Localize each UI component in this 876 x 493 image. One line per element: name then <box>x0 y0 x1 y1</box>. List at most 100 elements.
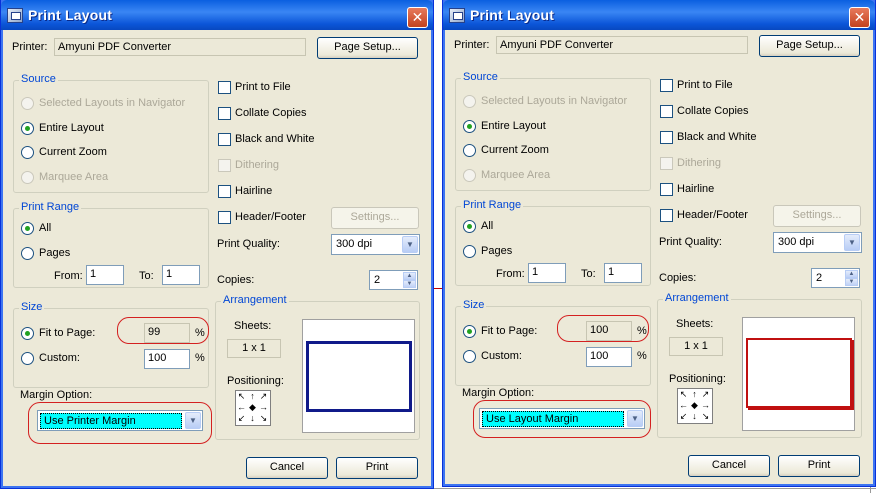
radio-range-all[interactable] <box>463 220 476 233</box>
arrow-nw-icon[interactable]: ↖ <box>678 389 689 400</box>
arrow-w-icon[interactable]: ← <box>678 400 689 411</box>
checkbox-collate-copies[interactable] <box>660 105 673 118</box>
print-quality-select[interactable]: 300 dpi ▼ <box>773 232 862 253</box>
checkbox-print-to-file[interactable] <box>660 79 673 92</box>
arrow-se-icon[interactable]: ↘ <box>258 413 269 424</box>
center-icon[interactable]: ◆ <box>247 402 258 413</box>
checkbox-hairline[interactable] <box>218 185 231 198</box>
to-page-input[interactable]: 1 <box>162 265 200 285</box>
arrow-s-icon[interactable]: ↓ <box>247 413 258 424</box>
checkbox-label: Black and White <box>235 133 315 145</box>
checkbox-label: Collate Copies <box>677 105 749 117</box>
highlight-annotation <box>557 315 649 342</box>
page-setup-button[interactable]: Page Setup... <box>759 35 860 57</box>
radio-entire-layout[interactable] <box>21 122 34 135</box>
checkbox-label: Hairline <box>235 185 273 197</box>
to-page-input[interactable]: 1 <box>604 263 642 283</box>
radio-label: Marquee Area <box>481 169 551 181</box>
checkbox-header-footer[interactable] <box>218 211 231 224</box>
printer-label: Printer: <box>12 41 48 53</box>
arrow-s-icon[interactable]: ↓ <box>689 411 700 422</box>
copies-spinner[interactable]: 2 ▲ ▼ <box>811 268 860 288</box>
sheets-value: 1 x 1 <box>669 337 723 356</box>
copies-spinner[interactable]: 2 ▲ ▼ <box>369 270 418 290</box>
radio-current-zoom[interactable] <box>463 144 476 157</box>
radio-range-pages[interactable] <box>463 245 476 258</box>
print-range-title: Print Range <box>19 201 82 213</box>
print-quality-value: 300 dpi <box>336 238 373 250</box>
arrow-w-icon[interactable]: ← <box>236 402 247 413</box>
arrow-n-icon[interactable]: ↑ <box>689 389 700 400</box>
radio-label: Current Zoom <box>481 144 549 156</box>
radio-entire-layout[interactable] <box>463 120 476 133</box>
copies-value: 2 <box>816 272 823 284</box>
print-button[interactable]: Print <box>778 455 860 477</box>
close-icon[interactable]: ✕ <box>407 7 428 28</box>
chevron-down-icon[interactable]: ▼ <box>402 236 418 253</box>
radio-fit-to-page[interactable] <box>463 325 476 338</box>
print-quality-select[interactable]: 300 dpi ▼ <box>331 234 420 255</box>
spin-arrows-icon[interactable]: ▲ ▼ <box>403 272 416 288</box>
cancel-button[interactable]: Cancel <box>688 455 770 477</box>
center-icon[interactable]: ◆ <box>689 400 700 411</box>
from-label: From: <box>54 270 83 282</box>
arrow-n-icon[interactable]: ↑ <box>247 391 258 402</box>
radio-custom[interactable] <box>463 350 476 363</box>
from-label: From: <box>496 268 525 280</box>
checkbox-label: Hairline <box>677 183 715 195</box>
radio-marquee-area <box>463 169 476 182</box>
sheets-value: 1 x 1 <box>227 339 281 358</box>
dialog-title: Print Layout <box>28 7 113 23</box>
arrangement-group: Arrangement Sheets: 1 x 1 Positioning: ↖… <box>657 292 862 438</box>
print-range-group: Print Range All Pages From: 1 To: 1 <box>13 201 209 288</box>
print-layout-app-icon <box>449 8 465 23</box>
arrow-sw-icon[interactable]: ↙ <box>236 413 247 424</box>
radio-current-zoom[interactable] <box>21 146 34 159</box>
from-page-input[interactable]: 1 <box>528 263 566 283</box>
page-setup-button[interactable]: Page Setup... <box>317 37 418 59</box>
arrangement-group: Arrangement Sheets: 1 x 1 Positioning: ↖… <box>215 294 420 440</box>
arrow-e-icon[interactable]: → <box>700 400 711 411</box>
checkbox-hairline[interactable] <box>660 183 673 196</box>
checkbox-label: Header/Footer <box>677 209 748 221</box>
radio-fit-to-page[interactable] <box>21 327 34 340</box>
chevron-down-icon[interactable]: ▼ <box>844 234 860 251</box>
size-group-title: Size <box>19 301 45 313</box>
arrow-ne-icon[interactable]: ↗ <box>700 389 711 400</box>
radio-range-all[interactable] <box>21 222 34 235</box>
positioning-grid[interactable]: ↖ ↑ ↗ ← ◆ → ↙ ↓ ↘ <box>677 388 713 424</box>
positioning-label: Positioning: <box>227 375 284 387</box>
custom-scale-input[interactable]: 100 <box>586 347 632 367</box>
positioning-grid[interactable]: ↖ ↑ ↗ ← ◆ → ↙ ↓ ↘ <box>235 390 271 426</box>
spin-arrows-icon[interactable]: ▲ ▼ <box>845 270 858 286</box>
checkbox-print-to-file[interactable] <box>218 81 231 94</box>
radio-range-pages[interactable] <box>21 247 34 260</box>
arrow-sw-icon[interactable]: ↙ <box>678 411 689 422</box>
close-icon[interactable]: ✕ <box>849 7 870 28</box>
checkbox-header-footer[interactable] <box>660 209 673 222</box>
arrow-ne-icon[interactable]: ↗ <box>258 391 269 402</box>
arrow-se-icon[interactable]: ↘ <box>700 411 711 422</box>
arrow-nw-icon[interactable]: ↖ <box>236 391 247 402</box>
checkbox-black-and-white[interactable] <box>660 131 673 144</box>
checkbox-collate-copies[interactable] <box>218 107 231 120</box>
radio-label: Custom: <box>481 350 522 362</box>
to-label: To: <box>139 270 154 282</box>
arrow-e-icon[interactable]: → <box>258 402 269 413</box>
printer-name-field: Amyuni PDF Converter <box>54 38 306 56</box>
print-range-title: Print Range <box>461 199 524 211</box>
radio-label: All <box>39 222 52 234</box>
radio-label: All <box>481 220 494 232</box>
from-page-input[interactable]: 1 <box>86 265 124 285</box>
highlight-annotation <box>28 402 212 444</box>
positioning-label: Positioning: <box>669 373 726 385</box>
radio-custom[interactable] <box>21 352 34 365</box>
print-button[interactable]: Print <box>336 457 418 479</box>
arrangement-title: Arrangement <box>663 292 731 304</box>
checkbox-black-and-white[interactable] <box>218 133 231 146</box>
custom-scale-input[interactable]: 100 <box>144 349 190 369</box>
settings-button: Settings... <box>331 207 419 229</box>
radio-label: Custom: <box>39 352 80 364</box>
cancel-button[interactable]: Cancel <box>246 457 328 479</box>
highlight-annotation <box>117 317 209 344</box>
